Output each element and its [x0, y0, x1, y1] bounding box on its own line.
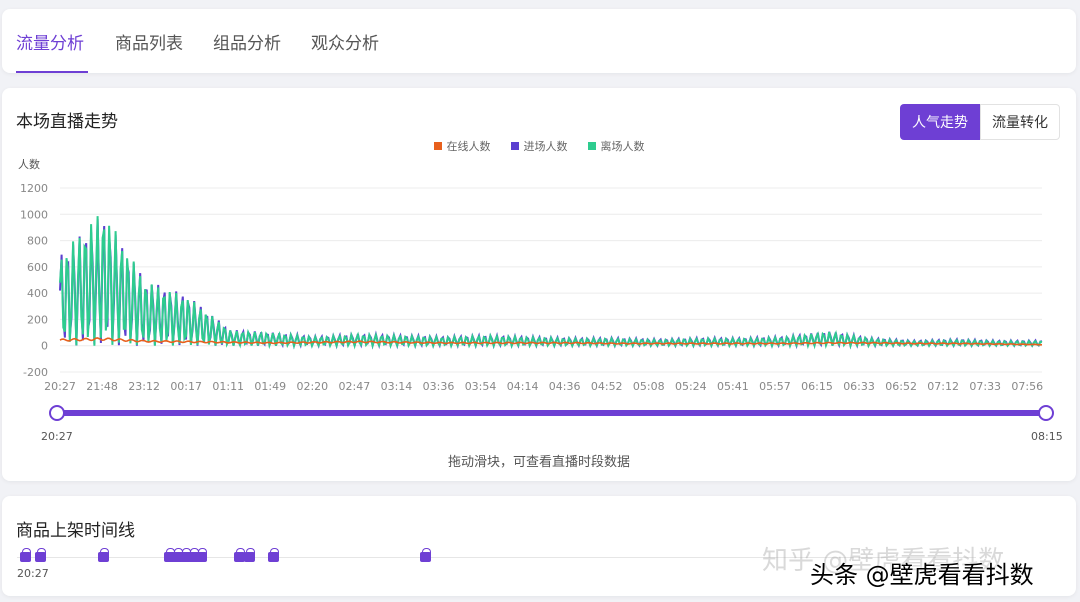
y-tick-label: 400 — [27, 287, 48, 300]
x-tick-label: 05:57 — [759, 380, 791, 393]
x-tick-label: 04:52 — [591, 380, 623, 393]
trend-card: 本场直播走势 人气走势 流量转化 在线人数 进场人数 离场人数 人数 -200 0… — [2, 88, 1076, 481]
range-start-label: 20:27 — [41, 430, 73, 443]
timeline-start-label: 20:27 — [17, 567, 49, 580]
y-tick-label: 600 — [27, 261, 48, 274]
y-tick-label: 0 — [41, 340, 48, 353]
y-tick-label: -200 — [23, 366, 48, 379]
x-tick-label: 04:14 — [507, 380, 539, 393]
slider-hint: 拖动滑块，可查看直播时段数据 — [447, 455, 630, 470]
active-tab-indicator — [16, 71, 88, 73]
tab-bundle-analysis[interactable]: 组品分析 — [213, 29, 281, 54]
trend-chart: -200 0 200 400 600 800 1000 1200 20:27 21:48 23:1… — [20, 182, 1054, 421]
x-tick-label: 06:33 — [843, 380, 875, 393]
x-tick-label: 07:12 — [927, 380, 959, 393]
range-slider-start-handle[interactable] — [49, 405, 65, 421]
x-tick-label: 21:48 — [86, 380, 118, 393]
x-tick-label: 06:52 — [885, 380, 917, 393]
series-line-3 — [59, 216, 1043, 350]
shopping-bag-icon[interactable] — [35, 548, 46, 562]
x-tick-label: 23:12 — [128, 380, 160, 393]
x-tick-label: 07:56 — [1011, 380, 1043, 393]
x-tick-label: 03:54 — [465, 380, 497, 393]
x-tick-label: 03:36 — [423, 380, 455, 393]
x-tick-label: 01:11 — [212, 380, 244, 393]
x-tick-label: 05:08 — [633, 380, 665, 393]
range-slider-end-handle[interactable] — [1038, 405, 1054, 421]
x-tick-label: 00:17 — [170, 380, 202, 393]
timeline-title: 商品上架时间线 — [16, 521, 135, 541]
tab-audience-analysis[interactable]: 观众分析 — [311, 29, 379, 54]
range-end-label: 08:15 — [1031, 430, 1063, 443]
x-tick-label: 20:27 — [44, 380, 76, 393]
tab-traffic-analysis[interactable]: 流量分析 — [16, 29, 84, 54]
shopping-bag-icon[interactable] — [98, 548, 109, 562]
x-tick-label: 06:15 — [801, 380, 833, 393]
x-tick-label: 05:24 — [675, 380, 707, 393]
x-tick-label: 02:20 — [296, 380, 328, 393]
shopping-bag-icon[interactable] — [268, 548, 279, 562]
shopping-bag-icon[interactable] — [420, 548, 431, 562]
x-tick-label: 01:49 — [254, 380, 286, 393]
tabs-card: 流量分析 商品列表 组品分析 观众分析 — [2, 9, 1076, 73]
shopping-bag-icon[interactable] — [196, 548, 207, 562]
x-tick-label: 04:36 — [549, 380, 581, 393]
y-tick-label: 200 — [27, 313, 48, 326]
x-tick-label: 07:33 — [969, 380, 1001, 393]
toutiao-watermark: 头条 @壁虎看看抖数 — [810, 561, 1034, 589]
y-tick-label: 800 — [27, 235, 48, 248]
y-tick-label: 1200 — [20, 182, 48, 195]
y-tick-label: 1000 — [20, 208, 48, 221]
shopping-bag-icon[interactable] — [20, 548, 31, 562]
x-tick-label: 03:14 — [381, 380, 413, 393]
x-tick-label: 02:47 — [339, 380, 371, 393]
shopping-bag-icon[interactable] — [244, 548, 255, 562]
tab-product-list[interactable]: 商品列表 — [115, 29, 183, 54]
x-tick-label: 05:41 — [717, 380, 749, 393]
